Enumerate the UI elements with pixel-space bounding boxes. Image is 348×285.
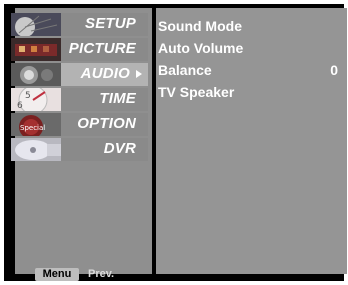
special-ball-icon: Special xyxy=(11,113,61,136)
audio-item-label: Auto Volume xyxy=(158,40,244,56)
speaker-icon xyxy=(11,63,61,86)
svg-text:6: 6 xyxy=(17,101,23,111)
sidebar-item-label: PICTURE xyxy=(68,40,136,57)
svg-text:5: 5 xyxy=(25,91,31,101)
sidebar-item-picture[interactable]: PICTURE xyxy=(11,38,148,61)
sidebar-item-time[interactable]: 65 TIME xyxy=(11,88,148,111)
balance-value: 0 xyxy=(330,62,338,78)
audio-item-auto-volume[interactable]: Auto Volume xyxy=(158,40,243,56)
film-reel-icon xyxy=(11,38,61,61)
sidebar-item-label: SETUP xyxy=(84,15,136,32)
sidebar-item-label: TIME xyxy=(99,90,136,107)
menu-button[interactable]: Menu xyxy=(35,268,79,281)
disc-icon xyxy=(11,138,61,161)
submenu-arrow-icon xyxy=(136,70,142,78)
audio-item-tv-speaker[interactable]: TV Speaker xyxy=(158,84,234,100)
audio-item-balance[interactable]: Balance xyxy=(158,62,212,78)
prev-label: Prev. xyxy=(88,268,115,280)
sidebar-item-label: OPTION xyxy=(77,115,136,132)
audio-item-label: Balance xyxy=(158,62,212,78)
audio-item-label: Sound Mode xyxy=(158,18,242,34)
sidebar-item-option[interactable]: Special OPTION xyxy=(11,113,148,136)
satellite-dish-icon xyxy=(11,13,61,36)
sidebar-item-setup[interactable]: SETUP xyxy=(11,13,148,36)
sidebar-item-dvr[interactable]: DVR xyxy=(11,138,148,161)
sidebar-item-audio[interactable]: AUDIO xyxy=(11,63,148,86)
sidebar-item-label: DVR xyxy=(103,140,136,157)
audio-item-label: TV Speaker xyxy=(158,84,235,100)
sidebar-item-label: AUDIO xyxy=(80,65,130,82)
audio-item-sound-mode[interactable]: Sound Mode xyxy=(158,18,242,34)
clock-icon: 65 xyxy=(11,88,61,111)
svg-text:Special: Special xyxy=(20,124,45,132)
